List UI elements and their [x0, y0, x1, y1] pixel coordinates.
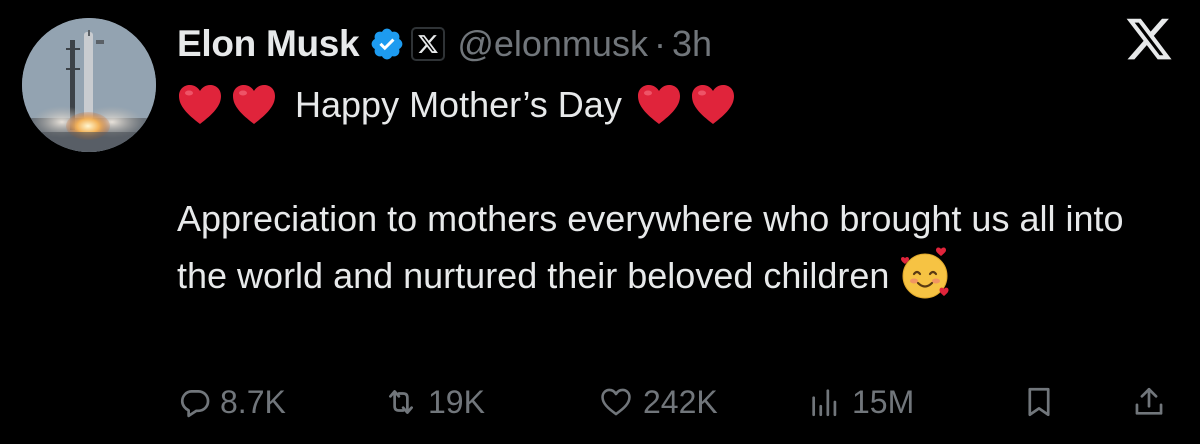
like-count: 242K [643, 383, 718, 420]
author-handle[interactable]: @elonmusk [457, 23, 648, 65]
share-icon [1132, 384, 1166, 420]
tweet-header: Elon Musk @elonmusk · 3h [177, 20, 712, 68]
tweet-body-text: Appreciation to mothers everywhere who b… [177, 198, 1124, 296]
reply-count: 8.7K [220, 383, 286, 420]
tweet-body: Appreciation to mothers everywhere who b… [177, 192, 1177, 303]
x-affiliate-badge-icon [411, 27, 446, 61]
author-name[interactable]: Elon Musk [177, 23, 360, 65]
verified-badge-icon [369, 26, 405, 62]
action-bar: 8.7K 19K 242K 15M [0, 372, 1200, 432]
views-bar-chart-icon [806, 385, 844, 419]
like-heart-icon [597, 385, 635, 419]
repost-button[interactable]: 19K [382, 372, 485, 432]
reply-button[interactable]: 8.7K [178, 372, 286, 432]
bookmark-button[interactable] [1022, 372, 1056, 432]
bookmark-icon [1022, 384, 1056, 420]
avatar[interactable] [22, 18, 156, 152]
repost-count: 19K [428, 383, 485, 420]
views-count: 15M [852, 383, 915, 420]
red-heart-icon [636, 84, 682, 126]
repost-icon [382, 385, 420, 419]
timestamp[interactable]: 3h [672, 23, 712, 65]
smiling-face-with-hearts-icon [897, 246, 953, 302]
like-button[interactable]: 242K [597, 372, 718, 432]
views-button[interactable]: 15M [806, 372, 914, 432]
red-heart-icon [177, 84, 223, 126]
tweet-headline: Happy Mother’s Day [295, 84, 622, 125]
share-button[interactable] [1132, 372, 1166, 432]
tweet-headline-line: Happy Mother’s Day [177, 80, 744, 130]
tweet-card[interactable]: Elon Musk @elonmusk · 3h Happy Mother’s … [0, 0, 1200, 444]
red-heart-icon [690, 84, 736, 126]
reply-icon [178, 385, 212, 419]
x-logo-icon [1124, 14, 1174, 66]
separator-dot: · [653, 23, 666, 64]
red-heart-icon [231, 84, 277, 126]
